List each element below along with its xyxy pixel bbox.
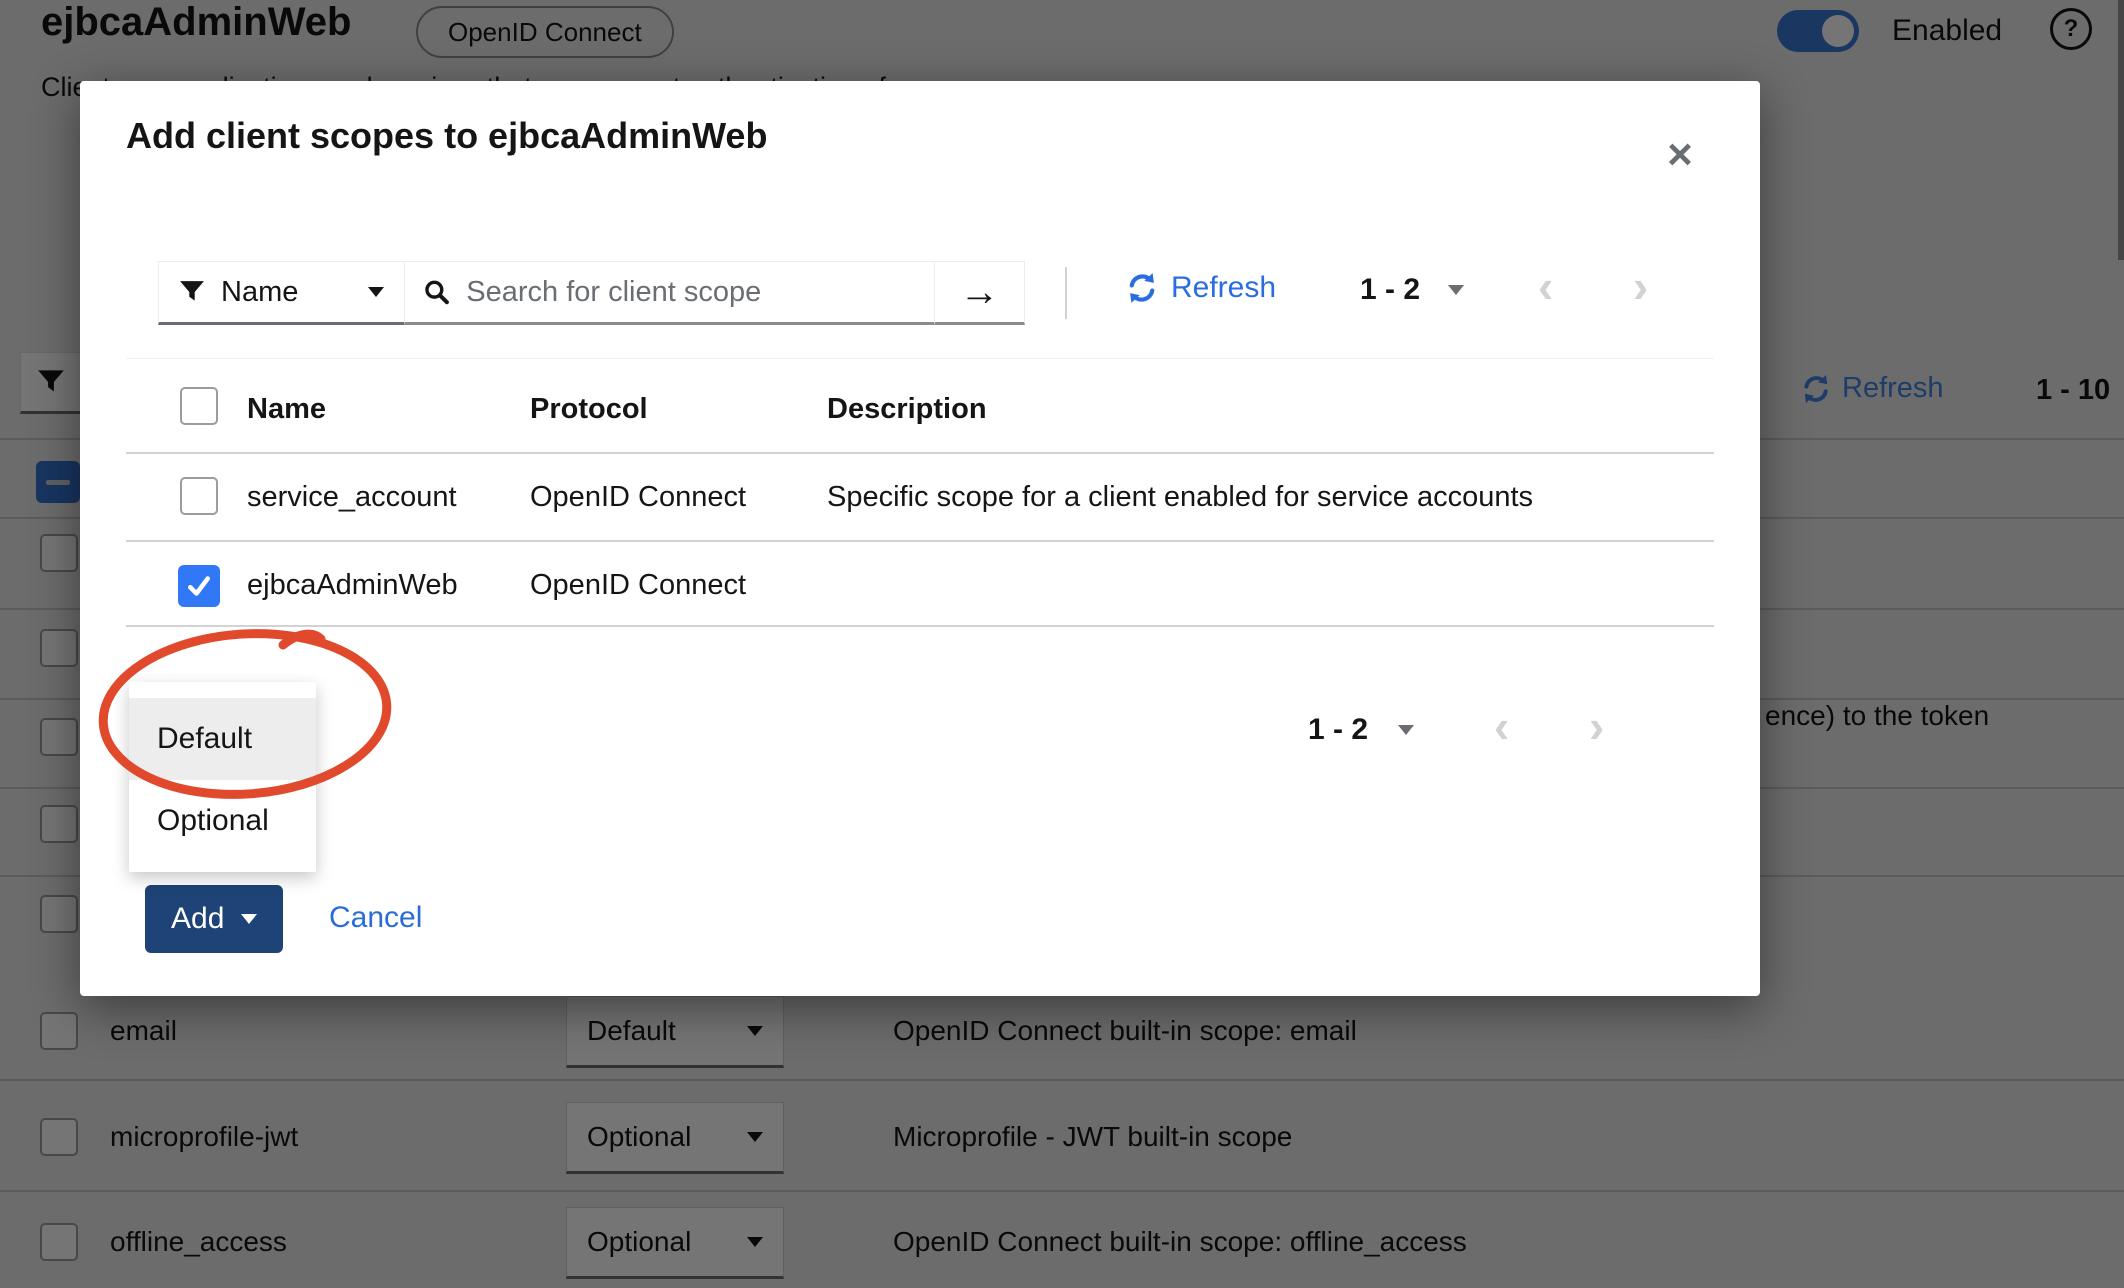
row-name: ejbcaAdminWeb: [247, 569, 458, 602]
chevron-left-icon[interactable]: ‹: [1538, 263, 1553, 309]
chevron-left-icon[interactable]: ‹: [1494, 703, 1509, 749]
filter-type-dropdown[interactable]: Name: [158, 261, 405, 325]
table-header-divider: [126, 452, 1714, 454]
check-icon: [184, 571, 214, 601]
pagination-range-top[interactable]: 1 - 2: [1360, 273, 1420, 307]
caret-down-icon[interactable]: [1398, 725, 1414, 735]
row-checkbox-ejbcaadminweb-checked[interactable]: [178, 565, 220, 607]
column-header-name[interactable]: Name: [247, 393, 326, 426]
filter-icon: [179, 279, 205, 305]
add-button[interactable]: Add: [145, 885, 283, 953]
close-icon[interactable]: ×: [1652, 127, 1708, 183]
table-row-divider: [126, 540, 1714, 542]
refresh-button[interactable]: Refresh: [1125, 271, 1276, 305]
table-top-border: [126, 358, 1714, 359]
search-box: [405, 261, 935, 325]
arrow-right-icon: →: [960, 270, 1000, 315]
assigned-type-dropdown-menu: Default Optional: [129, 682, 316, 872]
row-protocol: OpenID Connect: [530, 569, 746, 602]
search-submit-button[interactable]: →: [935, 261, 1025, 325]
search-icon: [423, 277, 450, 307]
row-name: service_account: [247, 481, 457, 514]
dropdown-option-default[interactable]: Default: [129, 698, 316, 780]
column-header-protocol: Protocol: [530, 393, 648, 426]
chevron-right-icon[interactable]: ›: [1633, 263, 1648, 309]
pagination-range-bottom[interactable]: 1 - 2: [1308, 713, 1368, 747]
dropdown-option-optional[interactable]: Optional: [129, 780, 316, 862]
column-header-description: Description: [827, 393, 987, 426]
search-input[interactable]: [464, 275, 916, 310]
select-all-checkbox[interactable]: [180, 387, 218, 425]
add-client-scopes-modal: Add client scopes to ejbcaAdminWeb × Nam…: [80, 81, 1760, 996]
caret-down-icon: [368, 287, 384, 297]
caret-down-icon: [241, 914, 257, 924]
toolbar-divider: [1065, 267, 1067, 319]
add-button-label: Add: [171, 902, 224, 936]
refresh-label: Refresh: [1171, 271, 1276, 305]
cancel-link[interactable]: Cancel: [329, 901, 422, 935]
modal-title: Add client scopes to ejbcaAdminWeb: [126, 115, 767, 157]
caret-down-icon[interactable]: [1448, 285, 1464, 295]
table-row-divider: [126, 625, 1714, 627]
row-checkbox-service-account[interactable]: [180, 477, 218, 515]
chevron-right-icon[interactable]: ›: [1589, 703, 1604, 749]
row-description: Specific scope for a client enabled for …: [827, 481, 1533, 514]
refresh-icon: [1125, 271, 1159, 305]
filter-type-label: Name: [221, 276, 298, 309]
row-protocol: OpenID Connect: [530, 481, 746, 514]
